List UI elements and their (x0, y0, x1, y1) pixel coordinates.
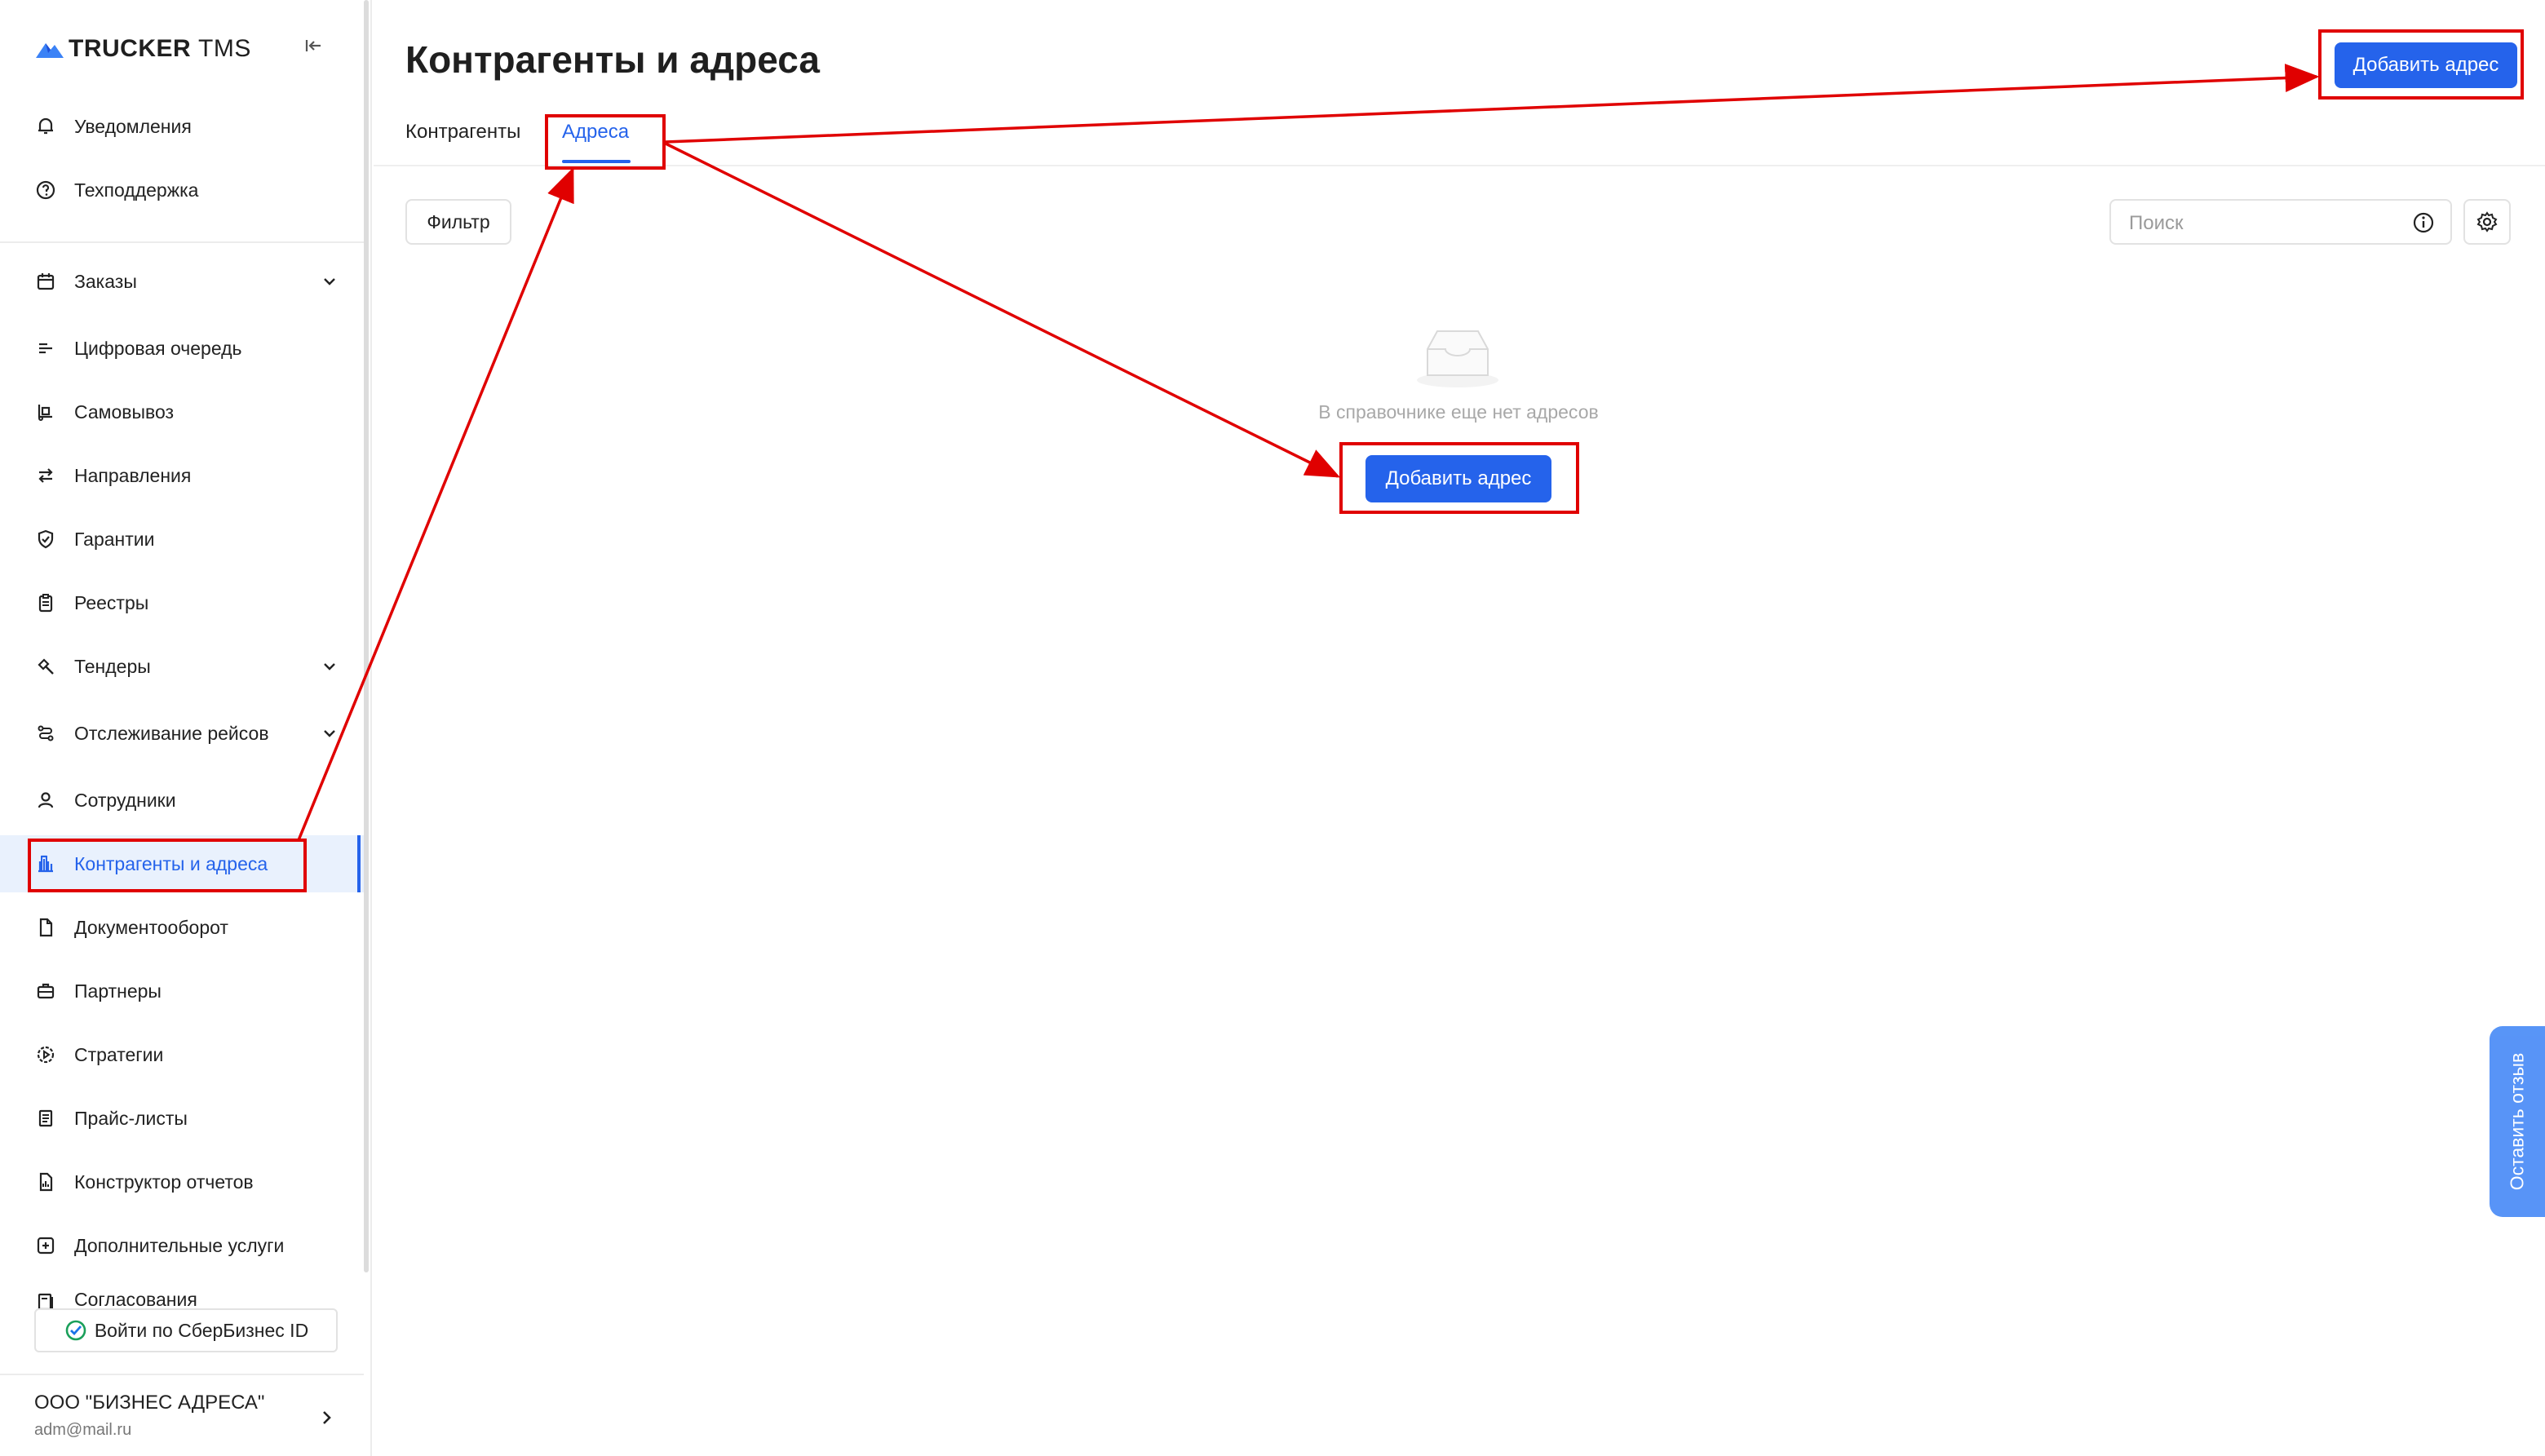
report-icon (33, 1169, 59, 1195)
organization-email: adm@mail.ru (34, 1421, 132, 1439)
annotation-box-header-button (2318, 29, 2524, 100)
annotation-box-sidebar (28, 839, 307, 892)
page-title: Контрагенты и адреса (405, 38, 820, 81)
search-placeholder: Поиск (2129, 212, 2184, 234)
swap-arrows-icon (33, 462, 59, 489)
arrow-tab-to-empty-button (665, 142, 1341, 478)
dolly-icon (33, 399, 59, 425)
calendar-icon (33, 268, 59, 294)
gear-play-icon (33, 1042, 59, 1068)
chevron-down-icon[interactable] (318, 270, 341, 293)
organization-name: ООО "БИЗНЕС АДРЕСА" (34, 1392, 265, 1414)
tab-counterparties[interactable]: Контрагенты (405, 121, 520, 144)
sidebar-item-digital-queue[interactable]: Цифровая очередь (0, 320, 364, 377)
sidebar-divider (0, 241, 364, 243)
sidebar-item-trip-tracking[interactable]: Отслеживание рейсов (0, 705, 364, 762)
sberbusiness-login-button[interactable]: Войти по СберБизнес ID (34, 1308, 338, 1352)
shield-check-icon (33, 526, 59, 552)
sidebar-item-notifications[interactable]: Уведомления (0, 98, 364, 155)
sber-check-icon (65, 1320, 86, 1341)
list-icon (33, 1105, 59, 1131)
briefcase-icon (33, 978, 59, 1004)
sidebar-item-documents[interactable]: Документооборот (0, 899, 364, 956)
annotation-box-tab (545, 114, 666, 170)
info-icon[interactable] (2411, 210, 2436, 235)
collapse-sidebar-button[interactable] (300, 33, 326, 59)
gavel-icon (33, 653, 59, 679)
plus-square-icon (33, 1233, 59, 1259)
chevron-down-icon[interactable] (318, 655, 341, 678)
logo-text: TRUCKER TMS (69, 35, 251, 62)
sidebar-item-report-builder[interactable]: Конструктор отчетов (0, 1153, 364, 1210)
approval-icon (33, 1289, 59, 1308)
search-input[interactable]: Поиск (2109, 199, 2452, 245)
empty-state-text: В справочнике еще нет адресов (1318, 401, 1599, 423)
collapse-left-icon (305, 40, 321, 51)
organization-switcher[interactable]: ООО "БИЗНЕС АДРЕСА" adm@mail.ru (0, 1374, 364, 1456)
tabs-divider (374, 165, 2545, 166)
sidebar-item-orders[interactable]: Заказы (0, 253, 364, 310)
mountain-logo-icon (36, 43, 64, 58)
empty-inbox-icon (1417, 330, 1498, 387)
sidebar-item-extra-services[interactable]: Дополнительные услуги (0, 1217, 364, 1274)
route-icon (33, 720, 59, 746)
document-icon (33, 914, 59, 940)
sidebar-item-pickup[interactable]: Самовывоз (0, 383, 364, 440)
sidebar-scrollbar[interactable] (364, 0, 369, 1272)
bell-icon (33, 113, 59, 139)
clipboard-icon (33, 590, 59, 616)
help-circle-icon (33, 177, 59, 203)
sidebar-item-guarantees[interactable]: Гарантии (0, 511, 364, 568)
feedback-button[interactable]: Оставить отзыв (2490, 1026, 2545, 1217)
queue-icon (33, 335, 59, 361)
filter-button[interactable]: Фильтр (405, 199, 511, 245)
user-icon (33, 787, 59, 813)
table-settings-button[interactable] (2463, 199, 2511, 245)
arrow-tab-to-header-button (665, 64, 2320, 144)
sidebar-item-price-lists[interactable]: Прайс-листы (0, 1090, 364, 1147)
sidebar-item-strategies[interactable]: Стратегии (0, 1026, 364, 1083)
gear-icon (2476, 211, 2498, 232)
sidebar: TRUCKER TMS Уведомления Техподдержка Зак… (0, 0, 372, 1456)
sidebar-item-partners[interactable]: Партнеры (0, 963, 364, 1020)
logo[interactable]: TRUCKER TMS (34, 33, 251, 65)
chevron-down-icon[interactable] (318, 722, 341, 745)
sidebar-item-registries[interactable]: Реестры (0, 574, 364, 631)
sidebar-item-employees[interactable]: Сотрудники (0, 772, 364, 829)
annotation-box-empty-button (1339, 442, 1579, 514)
sidebar-item-approvals[interactable]: Согласования (0, 1281, 364, 1308)
sidebar-item-support[interactable]: Техподдержка (0, 162, 364, 219)
sidebar-item-directions[interactable]: Направления (0, 447, 364, 504)
chevron-right-icon (323, 1411, 331, 1424)
sidebar-item-tenders[interactable]: Тендеры (0, 638, 364, 695)
